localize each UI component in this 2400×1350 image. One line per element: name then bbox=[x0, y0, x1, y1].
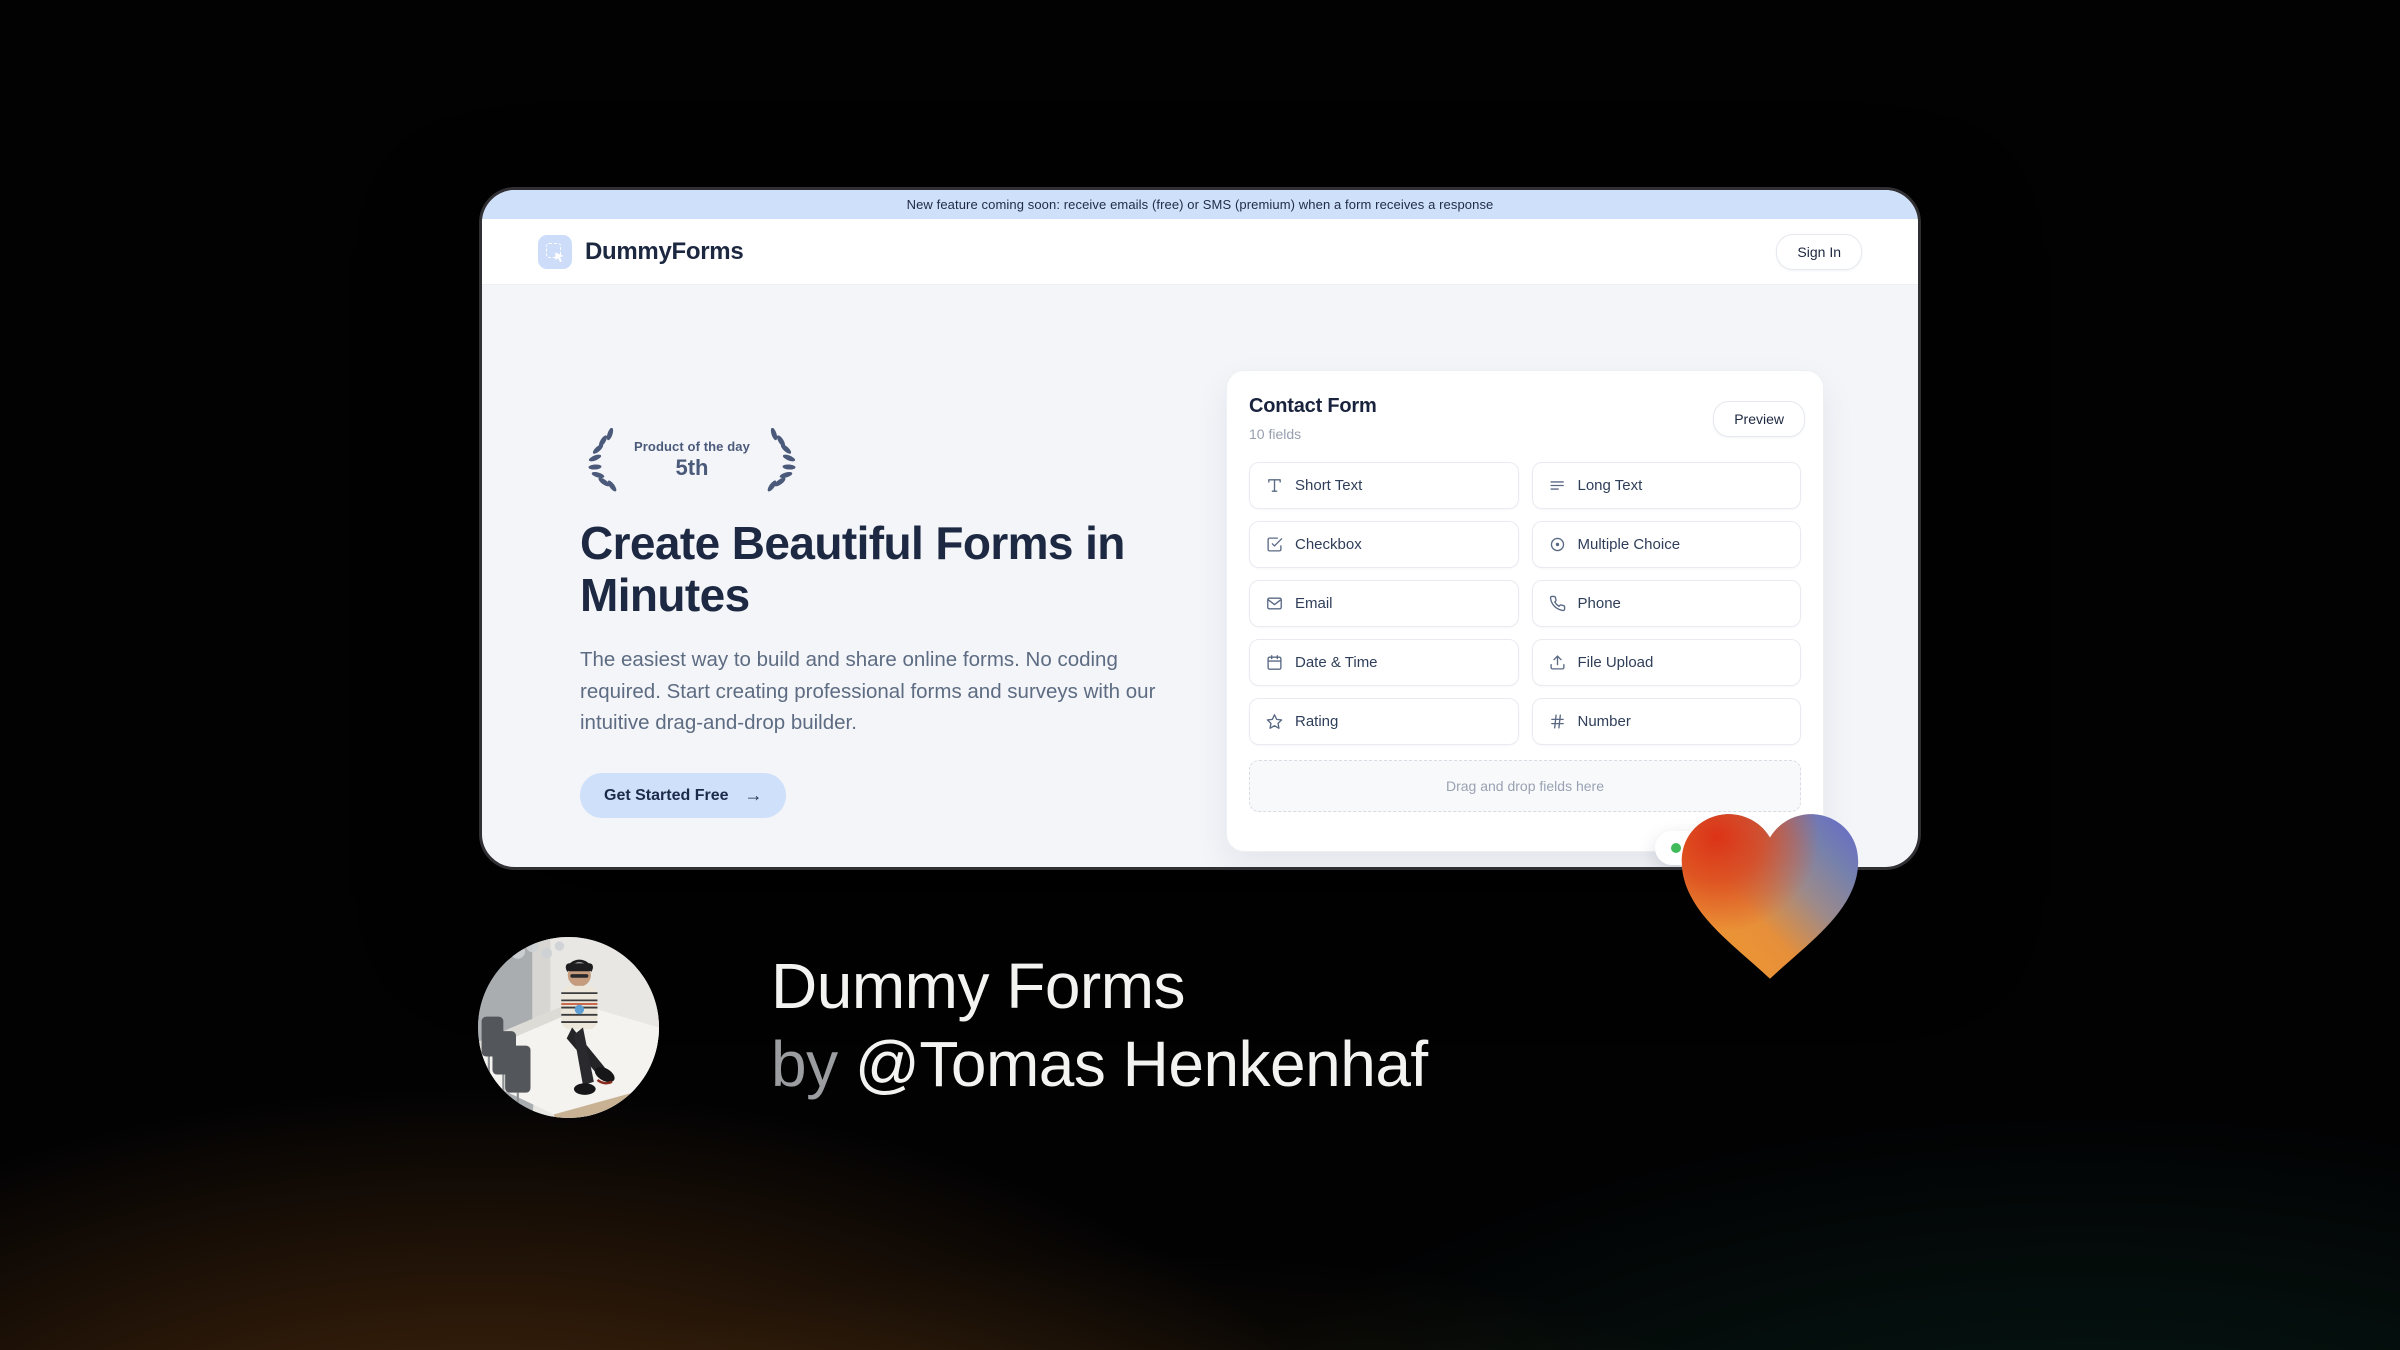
field-email[interactable]: Email bbox=[1249, 580, 1519, 627]
star-icon bbox=[1266, 713, 1283, 730]
laurel-right-icon bbox=[767, 428, 796, 492]
cta-label: Get Started Free bbox=[604, 786, 729, 804]
phone-icon bbox=[1549, 595, 1566, 612]
form-builder-card: Contact Form 10 fields Preview Short Tex… bbox=[1226, 370, 1824, 852]
site-header: DummyForms Sign In bbox=[482, 219, 1918, 285]
form-builder-logo-icon bbox=[538, 234, 572, 269]
short-text-icon bbox=[1266, 477, 1283, 494]
brand-logo[interactable]: DummyForms bbox=[538, 234, 744, 269]
author-avatar bbox=[478, 937, 659, 1118]
author-handle: @Tomas Henkenhaf bbox=[854, 1028, 1428, 1100]
avatar-photo-illustration bbox=[478, 937, 659, 1118]
product-of-day-badge: Product of the day 5th bbox=[580, 428, 1170, 492]
multiple-choice-icon bbox=[1549, 536, 1566, 553]
field-long-text[interactable]: Long Text bbox=[1531, 462, 1801, 509]
announcement-text: New feature coming soon: receive emails … bbox=[906, 197, 1494, 212]
field-palette: Short Text Long Text Checkbox Multiple C… bbox=[1249, 462, 1801, 745]
promo-canvas: New feature coming soon: receive emails … bbox=[0, 0, 2400, 1350]
field-file-upload[interactable]: File Upload bbox=[1531, 639, 1801, 686]
field-date-time[interactable]: Date & Time bbox=[1249, 639, 1519, 686]
hero-section: Product of the day 5th Create Beautiful … bbox=[580, 428, 1170, 819]
cursor-icon bbox=[555, 251, 564, 262]
hero-title: Create Beautiful Forms in Minutes bbox=[580, 517, 1125, 621]
badge-rank: 5th bbox=[675, 455, 709, 480]
get-started-button[interactable]: Get Started Free → bbox=[580, 773, 787, 819]
calendar-icon bbox=[1266, 654, 1283, 671]
byline-prefix: by bbox=[771, 1028, 855, 1100]
field-short-text[interactable]: Short Text bbox=[1249, 462, 1519, 509]
sign-in-button[interactable]: Sign In bbox=[1776, 233, 1862, 270]
email-icon bbox=[1266, 595, 1283, 612]
dropzone-label: Drag and drop fields here bbox=[1446, 778, 1604, 794]
product-name-text: Dummy Forms bbox=[771, 950, 1186, 1022]
field-rating[interactable]: Rating bbox=[1249, 698, 1519, 745]
field-checkbox[interactable]: Checkbox bbox=[1249, 521, 1519, 568]
arrow-right-icon: → bbox=[744, 785, 763, 806]
badge-title: Product of the day bbox=[634, 439, 750, 454]
promo-caption: Dummy Forms by @Tomas Henkenhaf bbox=[771, 947, 1428, 1103]
hero-description: The easiest way to build and share onlin… bbox=[580, 647, 1156, 735]
brand-name: DummyForms bbox=[585, 237, 744, 265]
announcement-banner: New feature coming soon: receive emails … bbox=[482, 190, 1918, 219]
laurel-left-icon bbox=[588, 428, 617, 492]
long-text-icon bbox=[1549, 477, 1566, 494]
browser-window: New feature coming soon: receive emails … bbox=[479, 187, 1921, 870]
heart-icon bbox=[1681, 814, 1859, 979]
checkbox-icon bbox=[1266, 536, 1283, 553]
gradient-heart-logo bbox=[1672, 804, 1868, 991]
preview-button[interactable]: Preview bbox=[1713, 401, 1805, 437]
field-multiple-choice[interactable]: Multiple Choice bbox=[1531, 521, 1801, 568]
upload-icon bbox=[1549, 654, 1566, 671]
field-phone[interactable]: Phone bbox=[1531, 580, 1801, 627]
field-number[interactable]: Number bbox=[1531, 698, 1801, 745]
hash-icon bbox=[1549, 713, 1566, 730]
